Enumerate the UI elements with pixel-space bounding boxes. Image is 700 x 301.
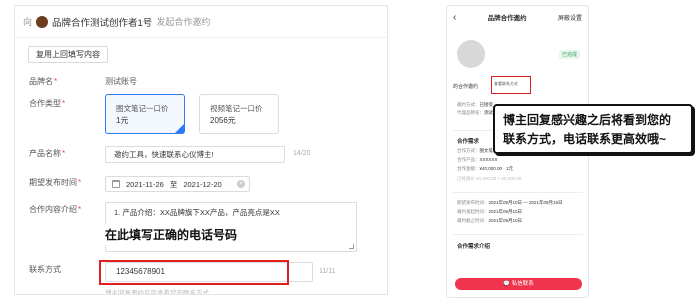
type-option-price: 1元 — [116, 116, 129, 125]
product-label: 产品名称* — [29, 149, 66, 158]
reuse-previous-button[interactable]: 复用上回填写内容 — [28, 46, 108, 63]
type-option-video-note[interactable]: 视频笔记一口价 2056元 — [199, 94, 279, 134]
mobile-topbar: ‹ 品牌合作邀约 屏蔽设置 — [447, 6, 588, 28]
type-option-name: 图文笔记一口价 — [116, 104, 169, 113]
calendar-icon — [112, 180, 120, 188]
type-option-name: 视频笔记一口价 — [210, 104, 263, 113]
req-row: 合作产品：XXXXXX — [457, 157, 498, 162]
contact-hint: 博主回复邀约后可查看您的联系方式 — [105, 290, 209, 295]
highlight-frame — [99, 260, 289, 285]
brand-value: 测试账号 — [105, 77, 137, 86]
mobile-title: 品牌合作邀约 — [487, 15, 527, 22]
date-label: 期望发布时间* — [29, 178, 82, 187]
product-name-input[interactable]: 邀约工具，快速联系心仪博主! — [105, 146, 285, 163]
info-row: 邀约方式：已接受 — [457, 102, 493, 107]
intro-section-title: 合作需求介绍 — [457, 244, 491, 250]
contact-counter: 11/11 — [319, 268, 336, 275]
invite-form-panel: 向 品牌合作测试创作者1号 发起合作邀约 复用上回填写内容 品牌名* 测试账号 … — [14, 5, 388, 295]
divider — [453, 234, 583, 235]
date-separator: 至 — [169, 179, 178, 189]
selected-check-icon — [175, 124, 184, 133]
clear-icon[interactable]: × — [237, 180, 245, 188]
date-row: 邀约发起时间：2021年09月10日 — [457, 209, 523, 214]
fee-note: 已经报价 ¥1,000.00 + ¥0,000.00 — [457, 176, 522, 181]
status-badge: 已完成 — [558, 50, 580, 59]
resize-handle-icon[interactable] — [349, 244, 354, 249]
intro-label: 合作内容介绍* — [29, 205, 82, 214]
creator-name[interactable]: 品牌合作测试创作者1号 — [52, 15, 152, 29]
intro-text: 1. 产品介绍：XX品牌旗下XX产品，产品亮点是XX — [114, 208, 280, 217]
back-icon[interactable]: ‹ — [453, 12, 456, 23]
phone-hint-callout: 在此填写正确的电话号码 — [101, 224, 242, 245]
creator-avatar — [36, 15, 49, 28]
contact-label: 联系方式 — [29, 265, 61, 274]
type-option-image-note[interactable]: 图文笔记一口价 1元 — [105, 94, 185, 134]
date-start: 2021-11-26 — [126, 179, 164, 189]
contact-info-callout: 博主回复感兴趣之后将看到您的 联系方式，电话联系更高效哦~ — [493, 104, 693, 154]
view-contact-button[interactable]: 查看联系方式 — [494, 81, 518, 87]
callout-line-2: 联系方式，电话联系更高效哦~ — [503, 132, 667, 146]
mobile-avatar — [457, 40, 485, 68]
date-row: 邀约截止时间：2021年09月10日 — [457, 218, 523, 223]
private-message-button[interactable]: 💬 私信联系 — [455, 278, 582, 290]
to-prefix: 向 — [23, 17, 33, 27]
invite-label: 的合作邀约 — [453, 84, 479, 90]
type-label: 合作类型* — [29, 99, 66, 108]
form-header: 向 品牌合作测试创作者1号 发起合作邀约 — [15, 6, 387, 38]
requirements-title: 合作需求 — [457, 139, 480, 145]
brand-label: 品牌名* — [29, 77, 58, 86]
req-row: 合作金额：¥40,000.00 · 1元 — [457, 166, 514, 171]
type-option-price: 2056元 — [210, 116, 236, 125]
divider — [453, 192, 583, 193]
block-settings-link[interactable]: 屏蔽设置 — [558, 13, 582, 22]
callout-line-1: 博主回复感兴趣之后将看到您的 — [503, 113, 672, 127]
product-counter: 14/20 — [293, 150, 311, 157]
header-suffix: 发起合作邀约 — [156, 17, 211, 27]
date-range-picker[interactable]: 2021-11-26 至 2021-12-20 × — [105, 176, 250, 192]
date-row: 期望发布时间：2021年09月10日 — 2021年09月19日 — [457, 200, 563, 205]
date-end: 2021-12-20 — [183, 179, 222, 189]
